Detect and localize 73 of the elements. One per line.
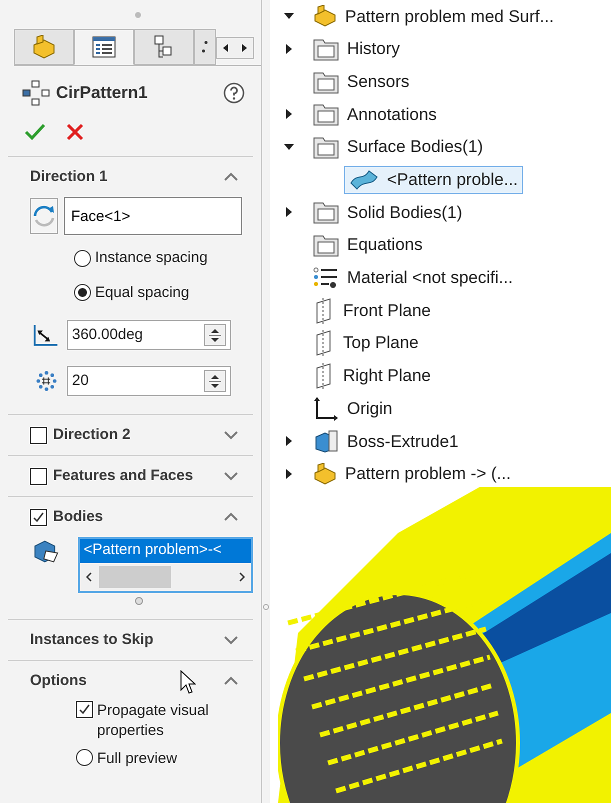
circular-pattern-icon bbox=[22, 80, 50, 106]
tree-item[interactable]: Right Plane bbox=[308, 362, 436, 390]
part-icon bbox=[313, 462, 337, 485]
spin-buttons[interactable] bbox=[204, 370, 226, 392]
part-icon bbox=[313, 5, 337, 28]
surface-icon bbox=[349, 168, 379, 191]
instance-count-field[interactable]: 20 bbox=[66, 366, 231, 396]
ok-checkmark-icon[interactable] bbox=[24, 122, 46, 142]
collapse-chevron-icon[interactable] bbox=[223, 676, 239, 686]
tab-icon bbox=[202, 41, 208, 53]
tree-item[interactable]: Equations bbox=[308, 231, 428, 260]
radio-button[interactable] bbox=[74, 284, 91, 302]
expand-chevron-icon[interactable] bbox=[223, 635, 239, 645]
resize-handle[interactable] bbox=[134, 597, 142, 605]
spin-buttons[interactable] bbox=[204, 324, 226, 346]
tree-item[interactable]: Surface Bodies(1) bbox=[308, 133, 488, 162]
expand-chevron-icon[interactable] bbox=[223, 471, 239, 481]
folder-icon bbox=[313, 37, 339, 62]
list-item[interactable]: <Pattern problem>-< bbox=[80, 539, 251, 563]
panel-tab[interactable] bbox=[134, 29, 194, 65]
cancel-icon[interactable] bbox=[66, 123, 84, 141]
scroll-right-icon bbox=[238, 572, 245, 582]
scroll-left-icon bbox=[86, 572, 92, 582]
tree-item[interactable]: Front Plane bbox=[308, 296, 436, 325]
checkbox[interactable] bbox=[30, 468, 47, 484]
tree-item[interactable]: Boss-Extrude1 bbox=[308, 427, 464, 456]
tree-item[interactable]: Pattern problem med Surf... bbox=[308, 2, 559, 30]
mouse-cursor-icon bbox=[180, 670, 196, 696]
option-label: Propagate visual properties bbox=[97, 701, 210, 741]
collapse-chevron-icon[interactable] bbox=[223, 512, 239, 522]
material-icon bbox=[313, 266, 339, 290]
collapse-chevron-icon[interactable] bbox=[223, 172, 239, 182]
folder-icon bbox=[313, 135, 339, 160]
axis-field[interactable]: Face<1> bbox=[64, 197, 242, 235]
expand-chevron-icon[interactable] bbox=[223, 430, 239, 440]
tree-item[interactable]: <Pattern proble... bbox=[344, 166, 523, 194]
radio-label: Instance spacing bbox=[95, 248, 208, 268]
tree-item[interactable]: Top Plane bbox=[308, 329, 424, 358]
panel-tab[interactable] bbox=[74, 29, 134, 65]
section-title: Instances to Skip bbox=[30, 630, 154, 650]
section-title: Features and Faces bbox=[53, 466, 194, 486]
tree-item[interactable]: Origin bbox=[308, 394, 398, 423]
extrude-icon bbox=[313, 429, 339, 454]
tree-item[interactable]: Material <not specifi... bbox=[308, 264, 518, 292]
checkbox[interactable] bbox=[30, 508, 47, 526]
option-label: Full preview bbox=[97, 749, 178, 769]
section-title: Options bbox=[30, 670, 87, 691]
folder-icon bbox=[313, 233, 339, 258]
property-list-icon bbox=[92, 36, 116, 58]
bodies-list[interactable]: <Pattern problem>-< bbox=[78, 537, 253, 593]
angle-field[interactable]: 360.00deg bbox=[66, 320, 231, 350]
origin-icon bbox=[313, 396, 339, 421]
tree-item[interactable]: History bbox=[308, 35, 405, 64]
tab-scroll-buttons[interactable] bbox=[216, 37, 254, 59]
part-icon bbox=[31, 35, 57, 59]
radio-button[interactable] bbox=[76, 749, 93, 766]
tree-item[interactable]: Annotations bbox=[308, 100, 442, 128]
checkbox[interactable] bbox=[76, 701, 93, 718]
folder-icon bbox=[313, 102, 339, 126]
rotation-direction-icon[interactable] bbox=[30, 198, 58, 234]
folder-icon bbox=[313, 200, 339, 224]
section-title: Bodies bbox=[53, 506, 104, 527]
tree-item[interactable]: Solid Bodies(1) bbox=[308, 198, 468, 226]
checkbox[interactable] bbox=[30, 426, 47, 444]
help-icon[interactable] bbox=[223, 82, 245, 104]
section-title: Direction 1 bbox=[30, 166, 108, 187]
radio-button[interactable] bbox=[74, 250, 91, 267]
section-title: Direction 2 bbox=[53, 424, 131, 445]
radio-label: Equal spacing bbox=[95, 282, 190, 302]
tree-item[interactable]: Sensors bbox=[308, 68, 414, 96]
folder-icon bbox=[313, 70, 339, 94]
tree-item[interactable]: Pattern problem -> (... bbox=[308, 460, 516, 488]
feature-title: CirPattern1 bbox=[56, 82, 148, 104]
